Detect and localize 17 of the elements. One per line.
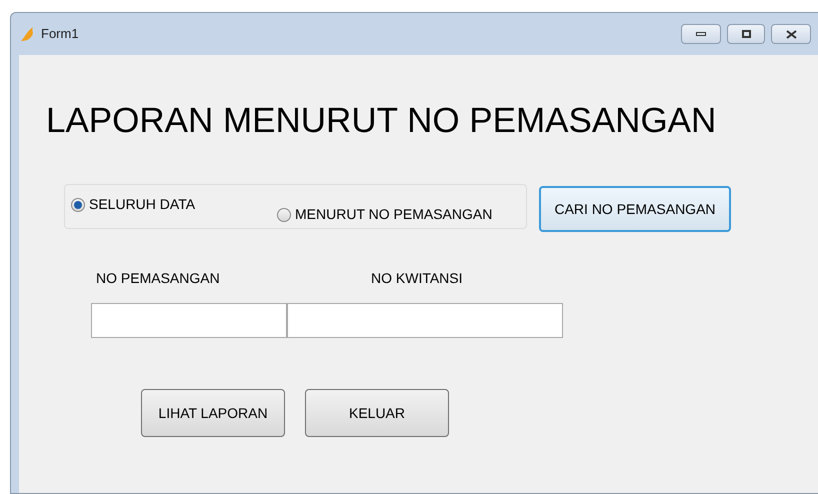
radio-button[interactable] <box>71 198 85 212</box>
report-heading: LAPORAN MENURUT NO PEMASANGAN <box>46 103 718 138</box>
field-label: NO KWITANSI <box>371 269 463 288</box>
window-title: Form1 <box>41 25 79 44</box>
radio-option[interactable]: MENURUT NO PEMASANGAN <box>277 204 492 225</box>
action-button[interactable]: KELUAR <box>305 389 449 437</box>
radio-button[interactable] <box>277 208 291 222</box>
action-button[interactable]: LIHAT LAPORAN <box>141 389 285 437</box>
input-field[interactable] <box>287 303 563 338</box>
field-label: NO PEMASANGAN <box>96 269 221 288</box>
input-field[interactable] <box>91 303 287 338</box>
maximize-button[interactable] <box>727 24 765 44</box>
minimize-button[interactable] <box>681 24 721 44</box>
search-button[interactable]: CARI NO PEMASANGAN <box>539 186 731 232</box>
close-button[interactable] <box>771 24 811 44</box>
close-icon <box>786 30 796 38</box>
radio-option[interactable]: SELURUH DATA <box>71 194 196 215</box>
